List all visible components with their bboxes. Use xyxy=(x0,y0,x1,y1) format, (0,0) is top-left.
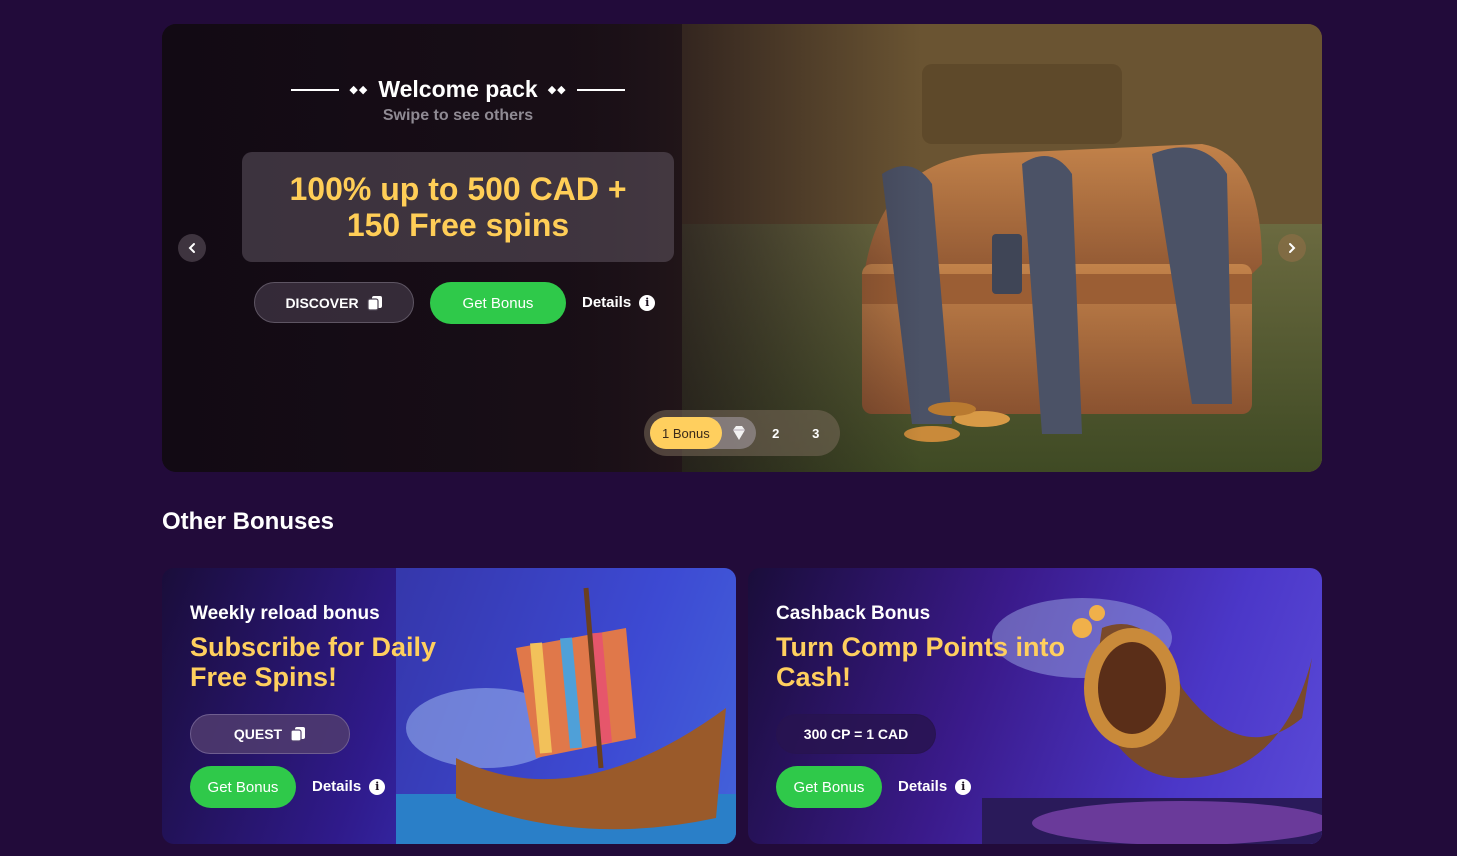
viking-ship-illustration xyxy=(396,568,736,844)
details-link[interactable]: Details i xyxy=(312,778,386,795)
copy-icon xyxy=(290,727,306,742)
get-bonus-button[interactable]: Get Bonus xyxy=(190,766,296,808)
hero-title: Welcome pack xyxy=(378,76,538,102)
get-bonus-label: Get Bonus xyxy=(793,778,865,796)
welcome-pack-banner: ◆◆ Welcome pack ◆◆ Swipe to see others 1… xyxy=(162,24,1322,472)
offer-line: 100% up to 500 CAD + xyxy=(289,171,627,207)
details-link[interactable]: Details i xyxy=(898,778,972,795)
details-label: Details xyxy=(898,778,948,795)
card-headline: Subscribe for Daily Free Spins! xyxy=(190,632,436,692)
card-headline-line: Subscribe for Daily xyxy=(190,632,437,662)
horn-of-coins-illustration xyxy=(982,598,1322,844)
carousel-next-button[interactable] xyxy=(1278,234,1306,262)
discover-button[interactable]: DISCOVER xyxy=(254,282,414,323)
cp-rate-badge: 300 CP = 1 CAD xyxy=(776,714,936,754)
bonus-card-weekly-reload: Weekly reload bonus Subscribe for Daily … xyxy=(162,568,736,844)
info-icon: i xyxy=(369,778,386,795)
get-bonus-button[interactable]: Get Bonus xyxy=(776,766,882,808)
carousel-pager: 1 Bonus 2 3 xyxy=(644,410,840,456)
divider-line xyxy=(576,88,625,91)
gem-icon xyxy=(732,426,745,440)
info-icon: i xyxy=(639,294,656,311)
details-label: Details xyxy=(312,778,362,795)
get-bonus-button[interactable]: Get Bonus xyxy=(430,282,566,324)
hero-subtitle: Swipe to see others xyxy=(382,107,534,124)
details-label: Details xyxy=(582,294,632,311)
card-headline-line: Free Spins! xyxy=(190,662,338,692)
card-kicker: Weekly reload bonus xyxy=(190,603,380,624)
chevron-left-icon xyxy=(188,243,195,253)
cp-rate-label: 300 CP = 1 CAD xyxy=(803,726,909,742)
quest-button[interactable]: QUEST xyxy=(190,714,350,754)
quest-label: QUEST xyxy=(233,726,283,742)
pager-active-item[interactable]: 1 Bonus xyxy=(650,417,722,449)
hero-heading: ◆◆ Welcome pack ◆◆ Swipe to see others xyxy=(282,76,634,125)
pager-active-group: 1 Bonus xyxy=(650,417,756,449)
offer-box: 100% up to 500 CAD + 150 Free spins xyxy=(242,152,674,262)
details-link[interactable]: Details i xyxy=(582,294,656,311)
diamond-ornament-icon: ◆◆ xyxy=(547,84,567,96)
get-bonus-label: Get Bonus xyxy=(462,294,534,312)
copy-icon xyxy=(366,295,382,311)
offer-line: 150 Free spins xyxy=(346,207,570,243)
section-title: Other Bonuses xyxy=(162,508,335,535)
card-headline: Turn Comp Points into Cash! xyxy=(776,632,1065,692)
pager-item-2[interactable]: 2 xyxy=(756,426,796,441)
carousel-prev-button[interactable] xyxy=(178,234,206,262)
bonus-card-cashback: Cashback Bonus Turn Comp Points into Cas… xyxy=(748,568,1322,844)
hero-title-row: ◆◆ Welcome pack ◆◆ xyxy=(282,76,634,103)
card-headline-line: Cash! xyxy=(776,662,852,692)
info-icon: i xyxy=(955,778,972,795)
card-kicker: Cashback Bonus xyxy=(776,603,931,624)
diamond-ornament-icon: ◆◆ xyxy=(349,84,369,96)
pager-item-3[interactable]: 3 xyxy=(796,426,836,441)
get-bonus-label: Get Bonus xyxy=(207,778,279,796)
discover-label: DISCOVER xyxy=(285,294,359,311)
card-headline-line: Turn Comp Points into xyxy=(776,632,1065,662)
chevron-right-icon xyxy=(1289,243,1296,253)
divider-line xyxy=(291,88,340,91)
